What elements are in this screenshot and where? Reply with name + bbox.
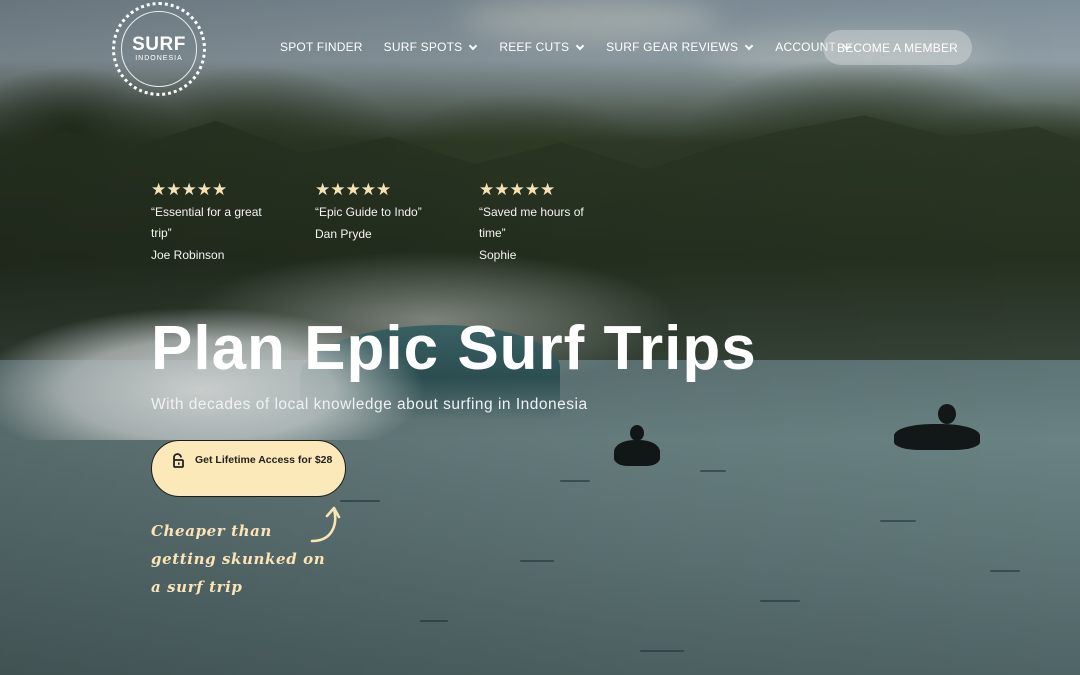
nav-spot-finder[interactable]: SPOT FINDER bbox=[280, 40, 363, 54]
main-navigation: SPOT FINDER SURF SPOTS REEF CUTS SURF GE… bbox=[280, 40, 852, 54]
site-logo[interactable]: SURF INDONESIA bbox=[112, 2, 206, 96]
nav-label: SURF SPOTS bbox=[383, 40, 463, 54]
nav-reef-cuts[interactable]: REEF CUTS bbox=[499, 40, 585, 54]
hero-subtitle: With decades of local knowledge about su… bbox=[151, 396, 588, 413]
testimonial-card: ★★★★★ “Epic Guide to Indo” Dan Pryde bbox=[315, 181, 445, 245]
star-rating-icon: ★★★★★ bbox=[479, 180, 556, 200]
become-member-button[interactable]: BECOME A MEMBER bbox=[823, 30, 972, 65]
nav-label: SURF GEAR REVIEWS bbox=[606, 40, 739, 54]
chevron-down-icon bbox=[575, 41, 585, 50]
nav-label: REEF CUTS bbox=[499, 40, 570, 54]
logo-subtitle: INDONESIA bbox=[135, 54, 183, 62]
star-rating-icon: ★★★★★ bbox=[315, 180, 392, 200]
nav-surf-spots[interactable]: SURF SPOTS bbox=[383, 40, 478, 54]
testimonial-author: Dan Pryde bbox=[315, 227, 372, 241]
nav-label: SPOT FINDER bbox=[280, 40, 363, 54]
star-rating-icon: ★★★★★ bbox=[151, 180, 228, 200]
testimonial-card: ★★★★★ “Essential for a great trip” Joe R… bbox=[151, 181, 281, 266]
testimonial-quote: “Saved me hours of time” bbox=[479, 205, 584, 240]
testimonial-quote: “Epic Guide to Indo” bbox=[315, 205, 422, 219]
testimonial-quote: “Essential for a great trip” bbox=[151, 205, 262, 240]
lock-open-icon bbox=[173, 453, 184, 468]
testimonial-author: Sophie bbox=[479, 248, 517, 262]
chevron-down-icon bbox=[469, 41, 478, 50]
handwritten-note: Cheaper than getting skunked on a surf t… bbox=[151, 522, 326, 596]
testimonial-author: Joe Robinson bbox=[151, 248, 225, 262]
nav-surf-gear-reviews[interactable]: SURF GEAR REVIEWS bbox=[606, 40, 754, 54]
logo-wordmark: SURF bbox=[132, 33, 186, 55]
hero-title: Plan Epic Surf Trips bbox=[151, 314, 757, 383]
lifetime-access-label: Get Lifetime Access for $28 bbox=[195, 454, 333, 466]
testimonial-card: ★★★★★ “Saved me hours of time” Sophie bbox=[479, 181, 594, 266]
chevron-down-icon bbox=[745, 41, 754, 50]
lifetime-access-button[interactable]: Get Lifetime Access for $28 bbox=[151, 440, 346, 497]
